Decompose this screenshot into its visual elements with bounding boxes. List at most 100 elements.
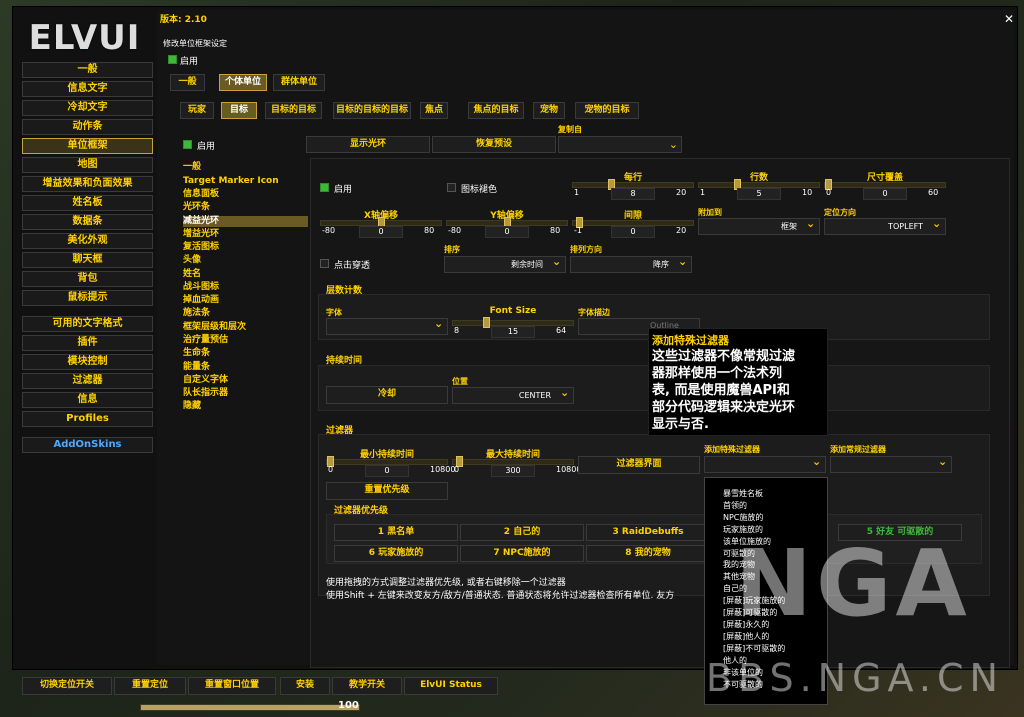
submenu-item[interactable]: 生命条: [183, 348, 210, 359]
sidebar-item[interactable]: 模块控制: [22, 354, 153, 370]
sidebar-item[interactable]: 美化外观: [22, 233, 153, 249]
sidebar-item[interactable]: 数据条: [22, 214, 153, 230]
priority-filter-item[interactable]: 2 自己的: [460, 524, 584, 541]
sidebar-item[interactable]: 姓名板: [22, 195, 153, 211]
footer-button[interactable]: ElvUI Status: [404, 677, 498, 695]
sidebar-item[interactable]: 增益效果和负面效果: [22, 176, 153, 192]
footer-button[interactable]: 安装: [280, 677, 330, 695]
submenu-item[interactable]: 复活图标: [183, 242, 219, 253]
unit-tab-0[interactable]: 玩家: [180, 102, 214, 119]
filter-option[interactable]: [屏蔽]不可驱散的: [705, 643, 827, 655]
submenu-item[interactable]: 一般: [183, 162, 201, 173]
sidebar-item[interactable]: 插件: [22, 335, 153, 351]
size-min: 0: [826, 188, 832, 197]
unit-enable-checkbox[interactable]: [183, 140, 192, 149]
submenu-item[interactable]: 光环条: [183, 202, 210, 213]
tab-2[interactable]: 群体单位: [273, 74, 325, 91]
filter-option[interactable]: NPC施放的: [705, 512, 827, 524]
submenu-item[interactable]: 头像: [183, 255, 201, 266]
rows-value-input[interactable]: 5: [737, 188, 781, 200]
font_size-slider-thumb[interactable]: [483, 317, 490, 328]
submenu-item[interactable]: 能量条: [183, 362, 210, 373]
cooldown-button[interactable]: 冷却: [326, 386, 448, 404]
submenu-item[interactable]: 增益光环: [183, 229, 219, 240]
submenu-item[interactable]: 隐藏: [183, 401, 201, 412]
submenu-item[interactable]: 战斗图标: [183, 282, 219, 293]
anchor-dropdown[interactable]: TOPLEFT: [824, 218, 946, 235]
unit-tab-4[interactable]: 焦点: [420, 102, 448, 119]
yoff-value-input[interactable]: 0: [485, 226, 529, 238]
sort-dropdown[interactable]: 剩余时间: [444, 256, 566, 273]
close-icon[interactable]: ✕: [1004, 12, 1014, 26]
filter-option[interactable]: 暴雪姓名板: [705, 488, 827, 500]
submenu-item[interactable]: 信息面板: [183, 189, 219, 200]
debuffs-enable-checkbox[interactable]: [320, 183, 329, 192]
filter-option[interactable]: 首领的: [705, 500, 827, 512]
sidebar-item[interactable]: 鼠标提示: [22, 290, 153, 306]
priority-filter-item[interactable]: 3 RaidDebuffs: [586, 524, 710, 541]
unit-tab-7[interactable]: 宠物的目标: [575, 102, 639, 119]
sidebar-item[interactable]: 聊天框: [22, 252, 153, 268]
size-value-input[interactable]: 0: [863, 188, 907, 200]
submenu-item[interactable]: 减益光环: [183, 216, 308, 227]
submenu-item[interactable]: 治疗量预估: [183, 335, 228, 346]
sidebar-item[interactable]: 信息: [22, 392, 153, 408]
priority-filter-item[interactable]: 6 玩家施放的: [334, 545, 458, 562]
copy-from-dropdown[interactable]: ⌄: [558, 136, 682, 153]
tab-0[interactable]: 一般: [170, 74, 205, 91]
sidebar-item[interactable]: 冷却文字: [22, 100, 153, 116]
clickthrough-checkbox[interactable]: [320, 259, 329, 268]
submenu-item[interactable]: 姓名: [183, 269, 201, 280]
xoff-value-input[interactable]: 0: [359, 226, 403, 238]
sidebar-item[interactable]: 单位框架: [22, 138, 153, 154]
priority-filter-item[interactable]: 8 我的宠物: [586, 545, 710, 562]
unit-tab-2[interactable]: 目标的目标: [265, 102, 322, 119]
xoff-min: -80: [322, 226, 336, 235]
sidebar-item[interactable]: 可用的文字格式: [22, 316, 153, 332]
submenu-item[interactable]: 掉血动画: [183, 295, 219, 306]
footer-button[interactable]: 切换定位开关: [22, 677, 112, 695]
sidebar-item[interactable]: 地图: [22, 157, 153, 173]
reset-priority-button[interactable]: 重置优先级: [326, 482, 448, 500]
global-enable-checkbox[interactable]: [168, 55, 177, 64]
attach-dropdown[interactable]: 框架: [698, 218, 820, 235]
footer-button[interactable]: 重置窗口位置: [188, 677, 276, 695]
add-regular-filter-dropdown[interactable]: [830, 456, 952, 473]
sidebar-item[interactable]: Profiles: [22, 411, 153, 427]
sort-direction-dropdown[interactable]: 降序: [570, 256, 692, 273]
sidebar-item[interactable]: 背包: [22, 271, 153, 287]
min_dur-value-input[interactable]: 0: [365, 465, 409, 477]
yoff-min: -80: [448, 226, 462, 235]
max_dur-value-input[interactable]: 300: [491, 465, 535, 477]
desaturate-checkbox[interactable]: [447, 183, 456, 192]
unit-tab-5[interactable]: 焦点的目标: [468, 102, 524, 119]
unit-tab-1[interactable]: 目标: [221, 102, 257, 119]
submenu-item[interactable]: 队长指示器: [183, 388, 228, 399]
font-dropdown[interactable]: [326, 318, 448, 335]
font_size-value-input[interactable]: 15: [491, 326, 535, 338]
footer-button[interactable]: 重置定位: [114, 677, 186, 695]
position-dropdown[interactable]: CENTER: [452, 387, 574, 404]
spacing-value-input[interactable]: 0: [611, 226, 655, 238]
filter-ui-button[interactable]: 过滤器界面: [578, 456, 700, 474]
submenu-item[interactable]: Target Marker Icon: [183, 176, 279, 187]
show-aura-button[interactable]: 显示光环: [306, 136, 430, 153]
unit-tab-6[interactable]: 宠物: [533, 102, 565, 119]
sidebar-item[interactable]: 过滤器: [22, 373, 153, 389]
sidebar-item[interactable]: 信息文字: [22, 81, 153, 97]
sidebar-item[interactable]: 动作条: [22, 119, 153, 135]
tooltip-line: 器那样使用一个法术列: [652, 366, 783, 381]
submenu-item[interactable]: 框架层级和层次: [183, 322, 246, 333]
per_row-value-input[interactable]: 8: [611, 188, 655, 200]
sidebar-item[interactable]: AddOnSkins: [22, 437, 153, 453]
submenu-item[interactable]: 施法条: [183, 308, 210, 319]
priority-filter-item[interactable]: 1 黑名单: [334, 524, 458, 541]
add-special-filter-dropdown[interactable]: [704, 456, 826, 473]
restore-defaults-button[interactable]: 恢复预设: [432, 136, 556, 153]
tab-1[interactable]: 个体单位: [219, 74, 267, 91]
footer-button[interactable]: 教学开关: [332, 677, 402, 695]
submenu-item[interactable]: 自定义字体: [183, 375, 228, 386]
sidebar-item[interactable]: 一般: [22, 62, 153, 78]
unit-tab-3[interactable]: 目标的目标的目标: [333, 102, 411, 119]
priority-filter-item[interactable]: 7 NPC施放的: [460, 545, 584, 562]
